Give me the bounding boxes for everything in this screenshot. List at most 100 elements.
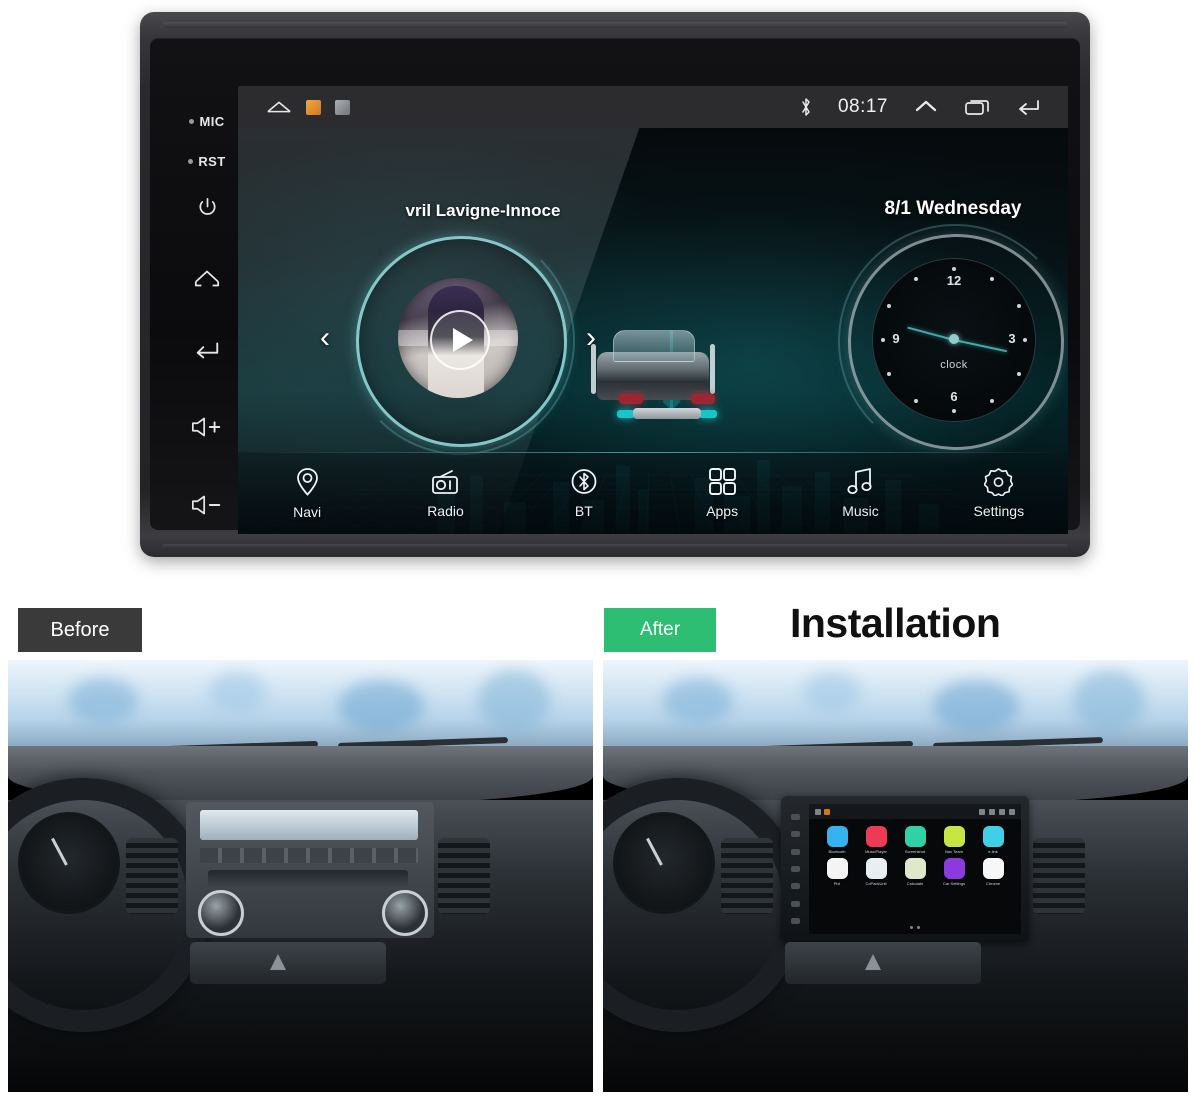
play-button[interactable] — [430, 310, 490, 370]
apps-grid-icon — [708, 468, 736, 495]
app-cell[interactable]: CoPackUnit — [858, 858, 894, 886]
head-unit-screen[interactable]: 08:17 vril Lavigne-Innoce ‹ › 8/1 Wednes… — [238, 86, 1068, 534]
stereo-knob-right — [382, 890, 428, 936]
car-illustration — [583, 318, 723, 428]
app-cell[interactable]: Screenshot — [897, 826, 933, 854]
volume-up-key[interactable] — [168, 416, 246, 438]
hazard-light-icon — [270, 954, 286, 970]
notification-icon — [824, 808, 830, 815]
status-bar: 08:17 — [238, 86, 1068, 128]
installed-status-left — [809, 808, 830, 815]
installed-unit-side-buttons — [787, 808, 803, 930]
app-cell[interactable]: Chrome — [975, 858, 1011, 886]
gauge-needle — [51, 837, 68, 866]
app-cell[interactable]: MusicPlayer — [858, 826, 894, 854]
app-icon — [826, 858, 848, 879]
clock-numeral-6: 6 — [950, 389, 958, 404]
clock-tick — [881, 338, 885, 342]
chevron-up-icon — [989, 808, 995, 815]
app-cell[interactable]: Calculate — [897, 858, 933, 886]
installation-title: Installation — [790, 600, 1001, 646]
app-cell[interactable]: e-link — [975, 826, 1011, 854]
image-notification-icon[interactable] — [335, 99, 350, 115]
radio-icon — [432, 469, 459, 494]
dock-item-music[interactable]: Music — [791, 467, 929, 519]
mic-key-label: MIC — [199, 114, 225, 129]
car-taillight-left — [619, 394, 643, 404]
music-note-icon — [847, 468, 873, 494]
app-label: e-link — [988, 849, 998, 854]
device-face: MIC RST 08:17 vril Lavigne-Innoce ‹ › 8/… — [150, 38, 1080, 534]
car-wing-right — [710, 344, 715, 394]
home-key[interactable] — [168, 266, 246, 290]
date-label: 8/1 Wednesday — [884, 198, 1022, 219]
page-dot[interactable] — [910, 926, 913, 929]
clock-center-pin — [949, 334, 959, 344]
clock-tick — [914, 277, 918, 281]
clock-icon — [979, 808, 985, 815]
side-button — [790, 865, 800, 872]
app-icon — [865, 826, 887, 847]
dock-item-settings[interactable]: Settings — [930, 467, 1068, 519]
app-icon — [904, 826, 926, 847]
page-dot[interactable] — [917, 926, 920, 929]
app-icon — [865, 858, 887, 879]
back-arrow-icon[interactable] — [1016, 98, 1042, 116]
chevron-up-icon[interactable] — [914, 98, 938, 116]
app-label: Bluetooth — [828, 849, 846, 854]
clock-tick — [1017, 304, 1021, 308]
mic-hole-icon — [189, 119, 195, 124]
home-icon[interactable] — [266, 99, 292, 115]
app-label: Car Settings — [942, 881, 965, 886]
air-vent-right — [1033, 838, 1085, 914]
dock-label-settings: Settings — [973, 503, 1025, 519]
car-head-unit-device: MIC RST 08:17 vril Lavigne-Innoce ‹ › 8/… — [140, 12, 1090, 557]
app-icon — [982, 826, 1004, 847]
side-button — [790, 831, 800, 838]
app-icon — [943, 858, 965, 879]
bluetooth-icon[interactable] — [800, 97, 812, 117]
music-notification-icon[interactable] — [306, 99, 321, 115]
air-vent-left — [721, 838, 773, 914]
installed-status-right — [979, 808, 1021, 815]
reset-key[interactable]: RST — [168, 154, 246, 169]
back-key[interactable] — [168, 338, 246, 360]
home-icon — [815, 808, 821, 815]
reset-hole-icon — [188, 159, 194, 164]
app-cell[interactable]: Nav Team — [936, 826, 972, 854]
previous-track-icon[interactable]: ‹ — [320, 323, 330, 353]
play-icon — [453, 328, 473, 352]
gauge-needle — [646, 837, 663, 866]
app-label: MusicPlayer — [865, 849, 887, 854]
app-dock: Navi Radio BT Apps Music Settings — [238, 452, 1068, 534]
app-cell[interactable]: Pixl — [819, 858, 855, 886]
before-badge: Before — [18, 608, 142, 652]
dock-divider — [238, 452, 1068, 453]
app-icon — [982, 858, 1004, 879]
device-top-seam — [162, 22, 1068, 28]
reset-key-label: RST — [198, 154, 226, 169]
app-cell[interactable]: Car Settings — [936, 858, 972, 886]
car-taillight-right — [691, 394, 715, 404]
app-cell[interactable]: Bluetooth — [819, 826, 855, 854]
clock-tick — [952, 409, 956, 413]
recents-icon[interactable] — [964, 98, 990, 116]
power-key[interactable] — [168, 196, 246, 219]
dock-item-radio[interactable]: Radio — [376, 468, 514, 519]
mic-key[interactable]: MIC — [168, 114, 246, 129]
stock-stereo — [186, 802, 434, 938]
power-icon — [199, 198, 215, 215]
clock-minute-hand — [953, 339, 1008, 353]
after-photo: Bluetooth MusicPlayer Screenshot Nav Team e-… — [603, 660, 1188, 1092]
dock-item-apps[interactable]: Apps — [653, 467, 791, 519]
dock-item-bt[interactable]: BT — [515, 467, 653, 519]
cd-slot — [208, 870, 408, 886]
after-badge: After — [604, 608, 716, 652]
volume-down-key[interactable] — [168, 494, 246, 516]
side-button — [790, 918, 800, 925]
dock-item-navi[interactable]: Navi — [238, 467, 376, 520]
instrument-cluster — [613, 812, 715, 914]
installed-unit-screen[interactable]: Bluetooth MusicPlayer Screenshot Nav Team e-… — [809, 804, 1021, 934]
clock-tick — [887, 372, 891, 376]
app-label: Chrome — [985, 881, 1001, 886]
